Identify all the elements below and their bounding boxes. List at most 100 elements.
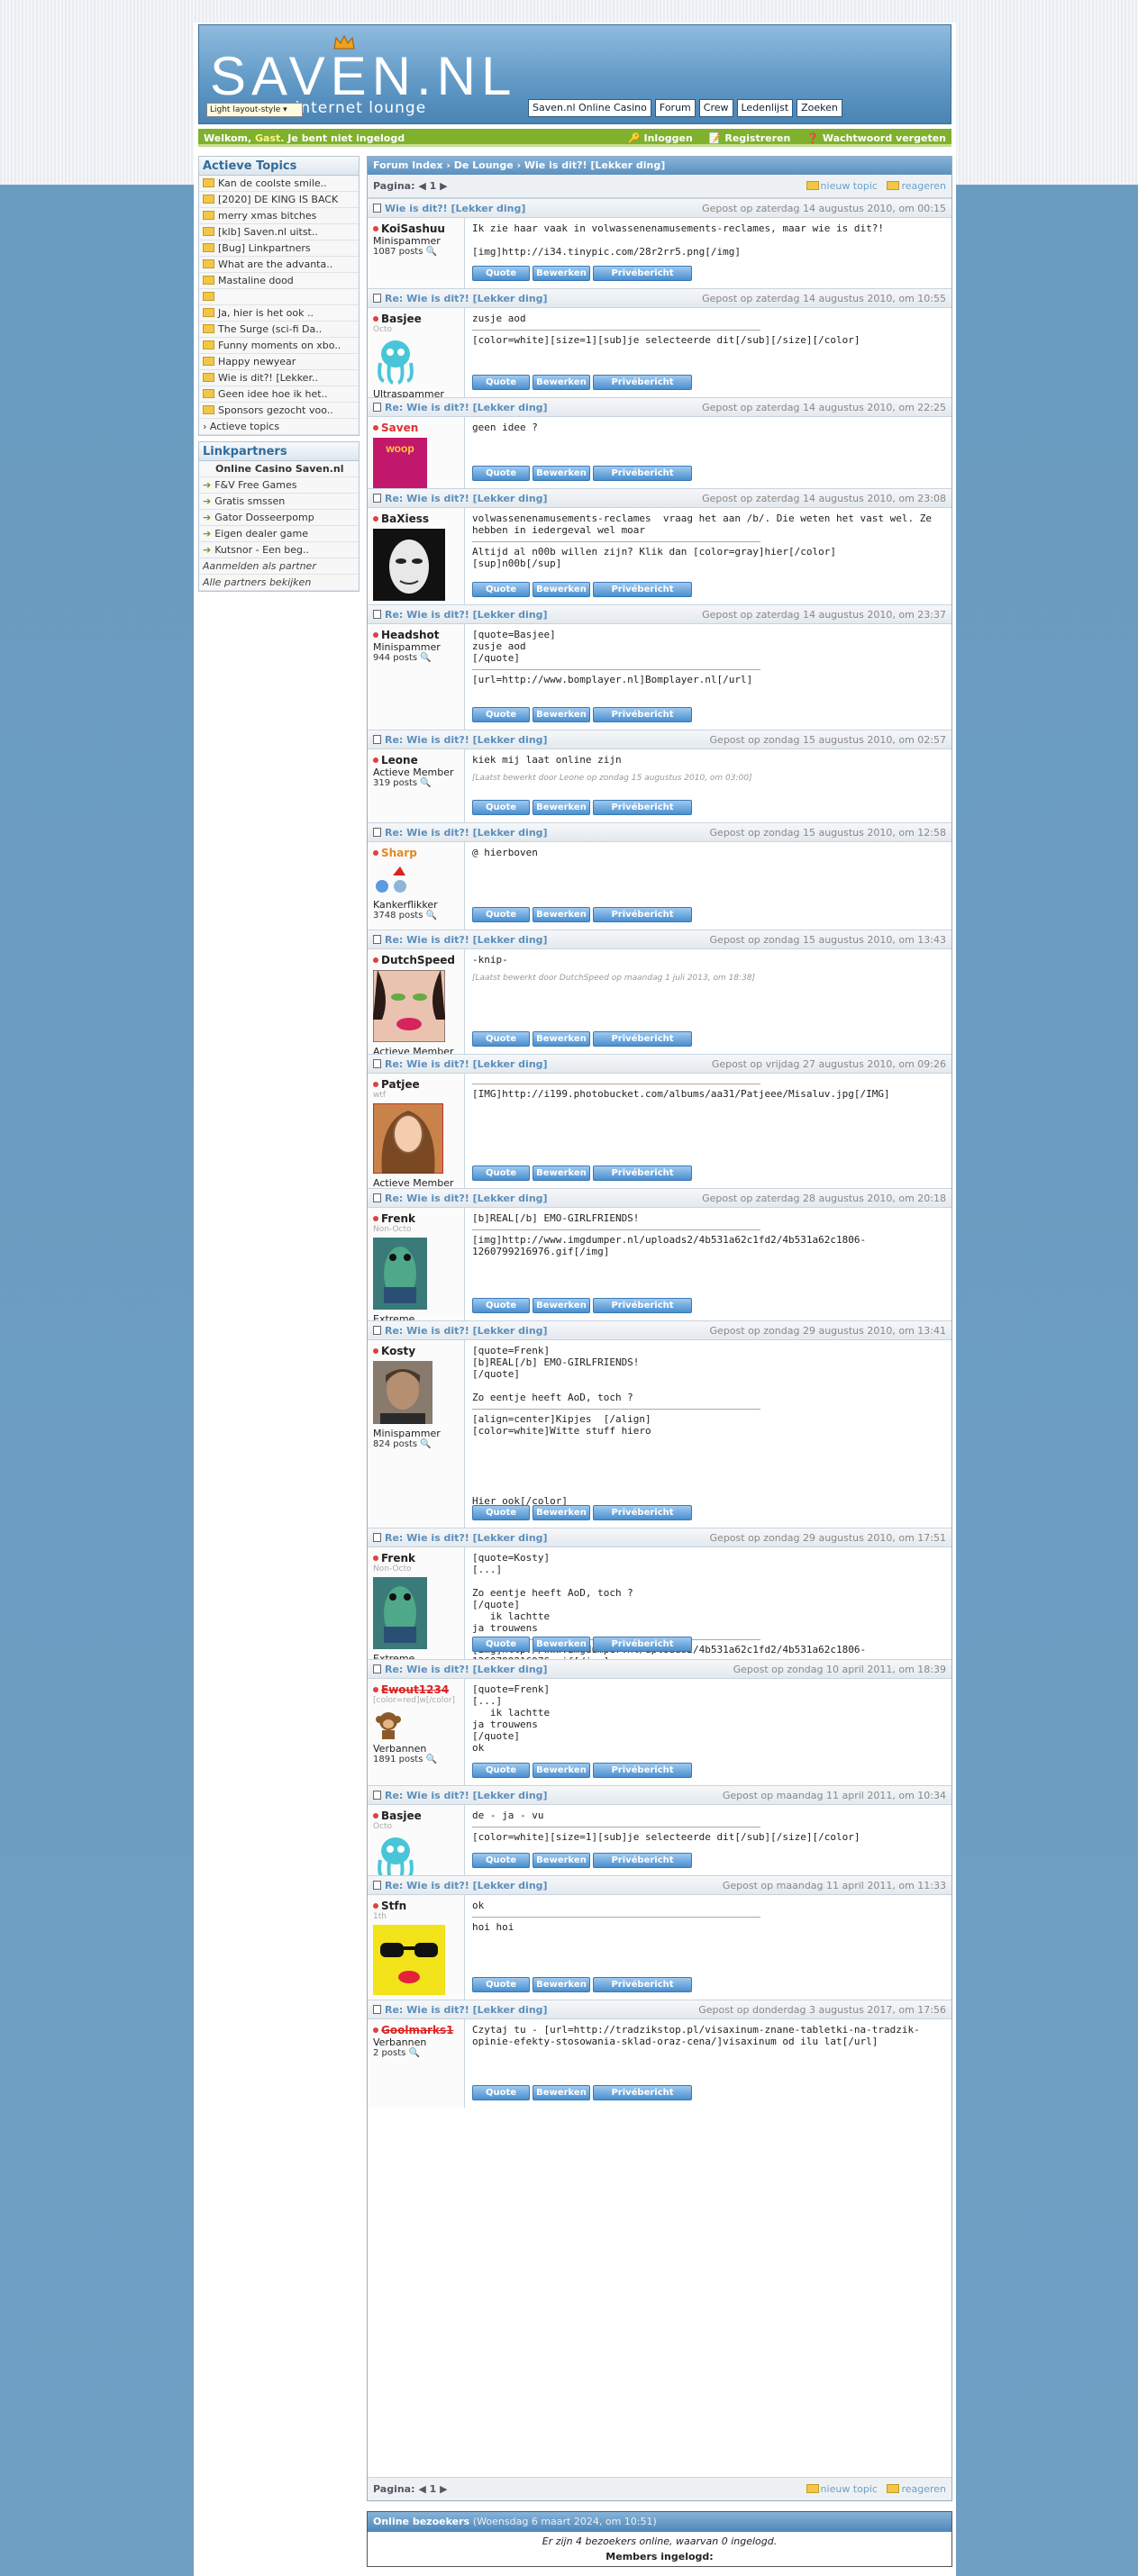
private-message-button[interactable]: Privébericht xyxy=(593,466,692,481)
active-topic-item[interactable]: [Bug] Linkpartners xyxy=(199,240,359,257)
active-topic-item[interactable]: What are the advanta.. xyxy=(199,257,359,273)
private-message-button[interactable]: Privébericht xyxy=(593,375,692,390)
login-link[interactable]: 🔑 Inloggen xyxy=(628,132,693,144)
author-name[interactable]: Stfn xyxy=(381,1900,406,1912)
edit-button[interactable]: Bewerken xyxy=(533,907,590,922)
private-message-button[interactable]: Privébericht xyxy=(593,1505,692,1520)
quote-button[interactable]: Quote xyxy=(472,2085,530,2100)
private-message-button[interactable]: Privébericht xyxy=(593,1763,692,1778)
active-topic-item[interactable]: merry xmas bitches xyxy=(199,208,359,224)
site-logo[interactable]: SAVEN.NL xyxy=(210,45,516,107)
quote-button[interactable]: Quote xyxy=(472,1031,530,1047)
private-message-button[interactable]: Privébericht xyxy=(593,1031,692,1047)
quote-button[interactable]: Quote xyxy=(472,1977,530,1992)
author-name[interactable]: Frenk xyxy=(381,1552,415,1565)
active-topic-item[interactable]: Kan de coolste smile.. xyxy=(199,176,359,192)
edit-button[interactable]: Bewerken xyxy=(533,1505,590,1520)
magnifier-icon[interactable]: 🔍 xyxy=(409,2048,420,2058)
active-topic-item[interactable]: [klb] Saven.nl uitst.. xyxy=(199,224,359,240)
active-topic-item[interactable]: › Actieve topics xyxy=(199,419,359,435)
private-message-button[interactable]: Privébericht xyxy=(593,800,692,815)
linkpartner-item[interactable]: ➔ Gator Dosseerpomp xyxy=(199,510,359,526)
post-subject[interactable]: Re: Wie is dit?! [Lekker ding] xyxy=(385,609,548,621)
post-subject[interactable]: Wie is dit?! [Lekker ding] xyxy=(385,203,525,214)
breadcrumb[interactable]: Forum Index › De Lounge › Wie is dit?! [… xyxy=(368,157,951,175)
nav-search[interactable]: Zoeken xyxy=(797,99,842,117)
edit-button[interactable]: Bewerken xyxy=(533,707,590,722)
pagination[interactable]: Pagina: ◀ 1 ▶ xyxy=(373,180,448,192)
linkpartner-footer-link[interactable]: Alle partners bekijken xyxy=(199,575,359,591)
private-message-button[interactable]: Privébericht xyxy=(593,707,692,722)
post-subject[interactable]: Re: Wie is dit?! [Lekker ding] xyxy=(385,1325,548,1337)
author-name[interactable]: Kosty xyxy=(381,1345,415,1357)
quote-button[interactable]: Quote xyxy=(472,582,530,597)
quote-button[interactable]: Quote xyxy=(472,707,530,722)
quote-button[interactable]: Quote xyxy=(472,1505,530,1520)
post-subject[interactable]: Re: Wie is dit?! [Lekker ding] xyxy=(385,1532,548,1544)
author-name[interactable]: Saven xyxy=(381,422,418,434)
layout-style-select[interactable]: Light layout-style ▾ xyxy=(206,103,303,117)
post-subject[interactable]: Re: Wie is dit?! [Lekker ding] xyxy=(385,1790,548,1801)
private-message-button[interactable]: Privébericht xyxy=(593,582,692,597)
edit-button[interactable]: Bewerken xyxy=(533,1637,590,1652)
private-message-button[interactable]: Privébericht xyxy=(593,2085,692,2100)
active-topic-item[interactable]: Wie is dit?! [Lekker.. xyxy=(199,370,359,386)
forgot-password-link[interactable]: ❓ Wachtwoord vergeten xyxy=(806,132,946,144)
active-topic-item[interactable]: Sponsors gezocht voo.. xyxy=(199,403,359,419)
edit-button[interactable]: Bewerken xyxy=(533,1031,590,1047)
active-topic-item[interactable]: Geen idee hoe ik het.. xyxy=(199,386,359,403)
magnifier-icon[interactable]: 🔍 xyxy=(420,778,431,788)
edit-button[interactable]: Bewerken xyxy=(533,800,590,815)
new-topic-link[interactable]: nieuw topic xyxy=(821,180,878,192)
active-topic-item[interactable]: Happy newyear xyxy=(199,354,359,370)
private-message-button[interactable]: Privébericht xyxy=(593,266,692,281)
author-name[interactable]: DutchSpeed xyxy=(381,954,455,966)
reply-link[interactable]: reageren xyxy=(901,2483,946,2495)
magnifier-icon[interactable]: 🔍 xyxy=(426,911,437,921)
edit-button[interactable]: Bewerken xyxy=(533,1298,590,1313)
quote-button[interactable]: Quote xyxy=(472,1763,530,1778)
nav-casino[interactable]: Saven.nl Online Casino xyxy=(528,99,651,117)
author-name[interactable]: Basjee xyxy=(381,313,422,325)
quote-button[interactable]: Quote xyxy=(472,1298,530,1313)
quote-button[interactable]: Quote xyxy=(472,1637,530,1652)
author-name[interactable]: Headshot xyxy=(381,629,440,641)
magnifier-icon[interactable]: 🔍 xyxy=(420,1439,431,1449)
quote-button[interactable]: Quote xyxy=(472,375,530,390)
post-subject[interactable]: Re: Wie is dit?! [Lekker ding] xyxy=(385,1058,548,1070)
magnifier-icon[interactable]: 🔍 xyxy=(420,653,431,663)
active-topic-item[interactable] xyxy=(199,289,359,305)
quote-button[interactable]: Quote xyxy=(472,907,530,922)
post-subject[interactable]: Re: Wie is dit?! [Lekker ding] xyxy=(385,2004,548,2016)
post-subject[interactable]: Re: Wie is dit?! [Lekker ding] xyxy=(385,1664,548,1675)
author-name[interactable]: Basjee xyxy=(381,1810,422,1822)
magnifier-icon[interactable]: 🔍 xyxy=(426,1755,437,1764)
quote-button[interactable]: Quote xyxy=(472,1853,530,1868)
nav-crew[interactable]: Crew xyxy=(698,99,733,117)
edit-button[interactable]: Bewerken xyxy=(533,266,590,281)
active-topic-item[interactable]: The Surge (sci-fi Da.. xyxy=(199,322,359,338)
author-name[interactable]: BaXiess xyxy=(381,512,429,525)
author-name[interactable]: Patjee xyxy=(381,1078,420,1091)
private-message-button[interactable]: Privébericht xyxy=(593,1637,692,1652)
pagination[interactable]: Pagina: ◀ 1 ▶ xyxy=(373,2483,448,2495)
edit-button[interactable]: Bewerken xyxy=(533,1977,590,1992)
magnifier-icon[interactable]: 🔍 xyxy=(426,247,437,257)
edit-button[interactable]: Bewerken xyxy=(533,1763,590,1778)
edit-button[interactable]: Bewerken xyxy=(533,1853,590,1868)
private-message-button[interactable]: Privébericht xyxy=(593,1853,692,1868)
author-name[interactable]: KoiSashuu xyxy=(381,222,445,235)
nav-forum[interactable]: Forum xyxy=(654,99,696,117)
active-topic-item[interactable]: Ja, hier is het ook .. xyxy=(199,305,359,322)
author-name[interactable]: Leone xyxy=(381,754,418,766)
active-topic-item[interactable]: Mastaline dood xyxy=(199,273,359,289)
author-name[interactable]: Ewout1234 xyxy=(381,1683,449,1696)
quote-button[interactable]: Quote xyxy=(472,466,530,481)
private-message-button[interactable]: Privébericht xyxy=(593,1977,692,1992)
edit-button[interactable]: Bewerken xyxy=(533,2085,590,2100)
post-subject[interactable]: Re: Wie is dit?! [Lekker ding] xyxy=(385,1880,548,1891)
linkpartner-footer-link[interactable]: Aanmelden als partner xyxy=(199,558,359,575)
edit-button[interactable]: Bewerken xyxy=(533,582,590,597)
edit-button[interactable]: Bewerken xyxy=(533,1166,590,1181)
edit-button[interactable]: Bewerken xyxy=(533,375,590,390)
